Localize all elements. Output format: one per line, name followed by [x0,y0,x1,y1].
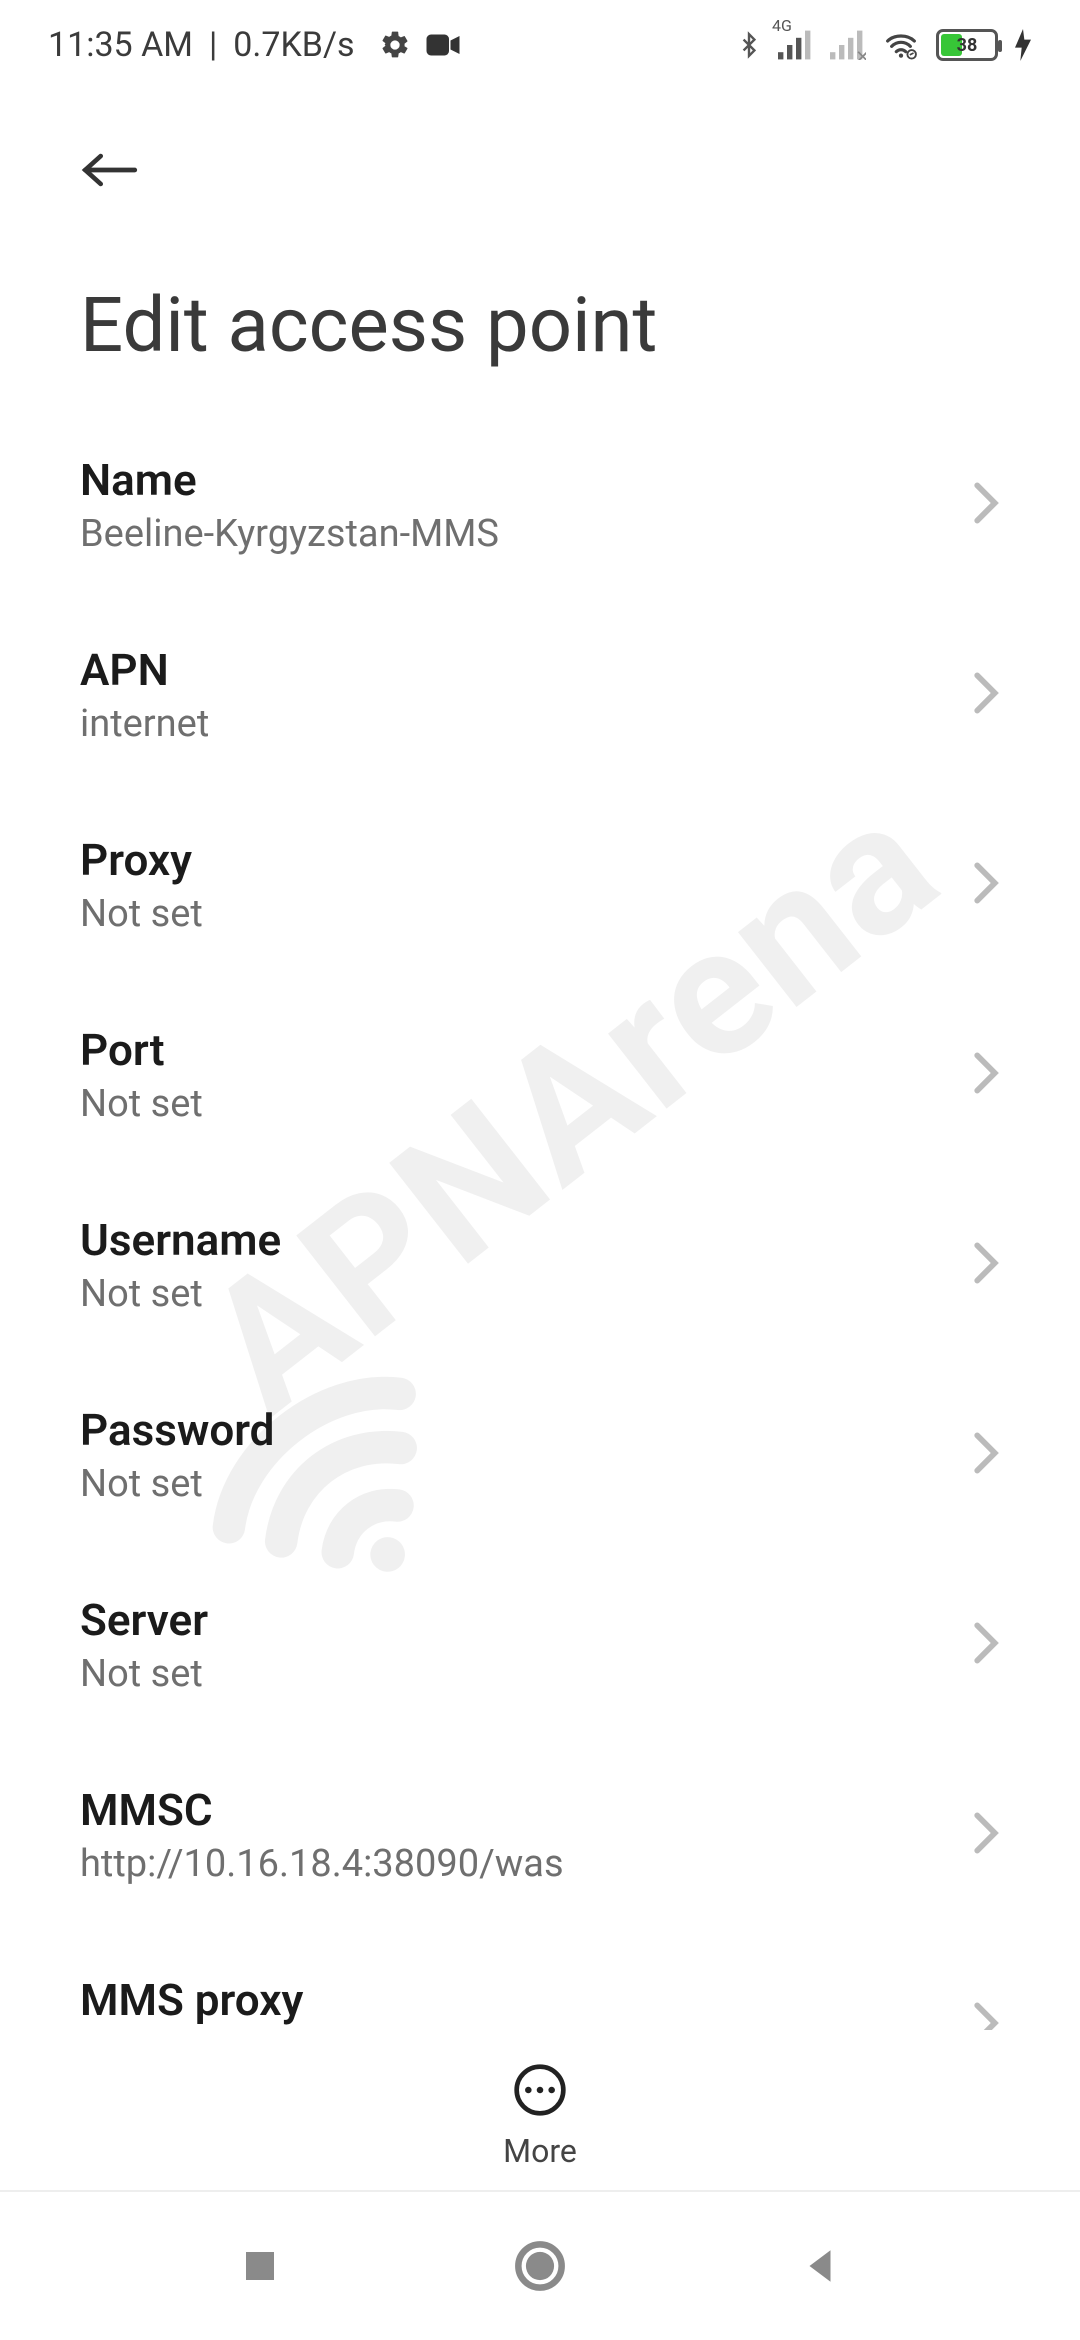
navigation-bar [0,2190,1080,2340]
app-bar [0,90,1080,220]
setting-row-server[interactable]: Server Not set [0,1550,1080,1740]
setting-label: Server [80,1594,208,1646]
setting-value: Not set [80,1082,203,1126]
battery-percent: 38 [939,35,995,56]
bluetooth-icon [736,27,762,63]
more-label: More [503,2132,577,2170]
signal-4g-icon: 4G [778,30,814,60]
setting-label: Port [80,1024,203,1076]
status-bar: 11:35 AM | 0.7KB/s 4G ✕ 38 [0,0,1080,90]
camera-icon [425,31,461,59]
more-icon [512,2062,568,2122]
battery-icon: 38 [936,29,998,61]
setting-row-mms-proxy[interactable]: MMS proxy 10.16.18.77 [0,1930,1080,2030]
status-time: 11:35 AM [48,25,193,65]
nav-back-button[interactable] [780,2226,860,2306]
page-title: Edit access point [0,220,1080,410]
back-button[interactable] [70,130,150,210]
setting-value: http://10.16.18.4:38090/was [80,1842,564,1886]
chevron-right-icon [972,861,1000,909]
status-data-rate: 0.7KB/s [233,25,354,65]
setting-row-password[interactable]: Password Not set [0,1360,1080,1550]
setting-label: MMSC [80,1784,564,1836]
setting-value: Not set [80,1652,208,1696]
chevron-right-icon [972,2001,1000,2030]
setting-row-port[interactable]: Port Not set [0,980,1080,1170]
wifi-icon [882,29,920,61]
setting-row-proxy[interactable]: Proxy Not set [0,790,1080,980]
signal-sim2-icon: ✕ [830,30,866,60]
gear-icon [379,29,411,61]
setting-label: MMS proxy [80,1974,303,2026]
chevron-right-icon [972,671,1000,719]
square-icon [239,2245,281,2287]
svg-text:✕: ✕ [855,47,866,60]
setting-label: APN [80,644,209,696]
setting-row-mmsc[interactable]: MMSC http://10.16.18.4:38090/was [0,1740,1080,1930]
setting-value: internet [80,702,209,746]
status-right: 4G ✕ 38 [736,27,1032,63]
setting-label: Username [80,1214,281,1266]
chevron-right-icon [972,1431,1000,1479]
status-left: 11:35 AM | 0.7KB/s [48,25,461,65]
setting-value: Not set [80,1272,281,1316]
setting-row-apn[interactable]: APN internet [0,600,1080,790]
chevron-right-icon [972,1811,1000,1859]
chevron-right-icon [972,1051,1000,1099]
setting-row-name[interactable]: Name Beeline-Kyrgyzstan-MMS [0,410,1080,600]
nav-home-button[interactable] [500,2226,580,2306]
setting-row-username[interactable]: Username Not set [0,1170,1080,1360]
circle-icon [514,2240,566,2292]
chevron-right-icon [972,481,1000,529]
settings-list: Name Beeline-Kyrgyzstan-MMS APN internet… [0,410,1080,2030]
setting-value: Not set [80,892,203,936]
setting-label: Password [80,1404,274,1456]
arrow-left-icon [79,149,141,191]
setting-label: Name [80,454,499,506]
bottom-action-bar: More [0,2042,1080,2170]
setting-value: Beeline-Kyrgyzstan-MMS [80,512,499,556]
setting-label: Proxy [80,834,203,886]
setting-value: Not set [80,1462,274,1506]
nav-recents-button[interactable] [220,2226,300,2306]
charging-icon [1014,29,1032,61]
more-button[interactable]: More [503,2062,577,2170]
chevron-right-icon [972,1621,1000,1669]
status-separator: | [209,25,217,65]
triangle-left-icon [799,2245,841,2287]
chevron-right-icon [972,1241,1000,1289]
